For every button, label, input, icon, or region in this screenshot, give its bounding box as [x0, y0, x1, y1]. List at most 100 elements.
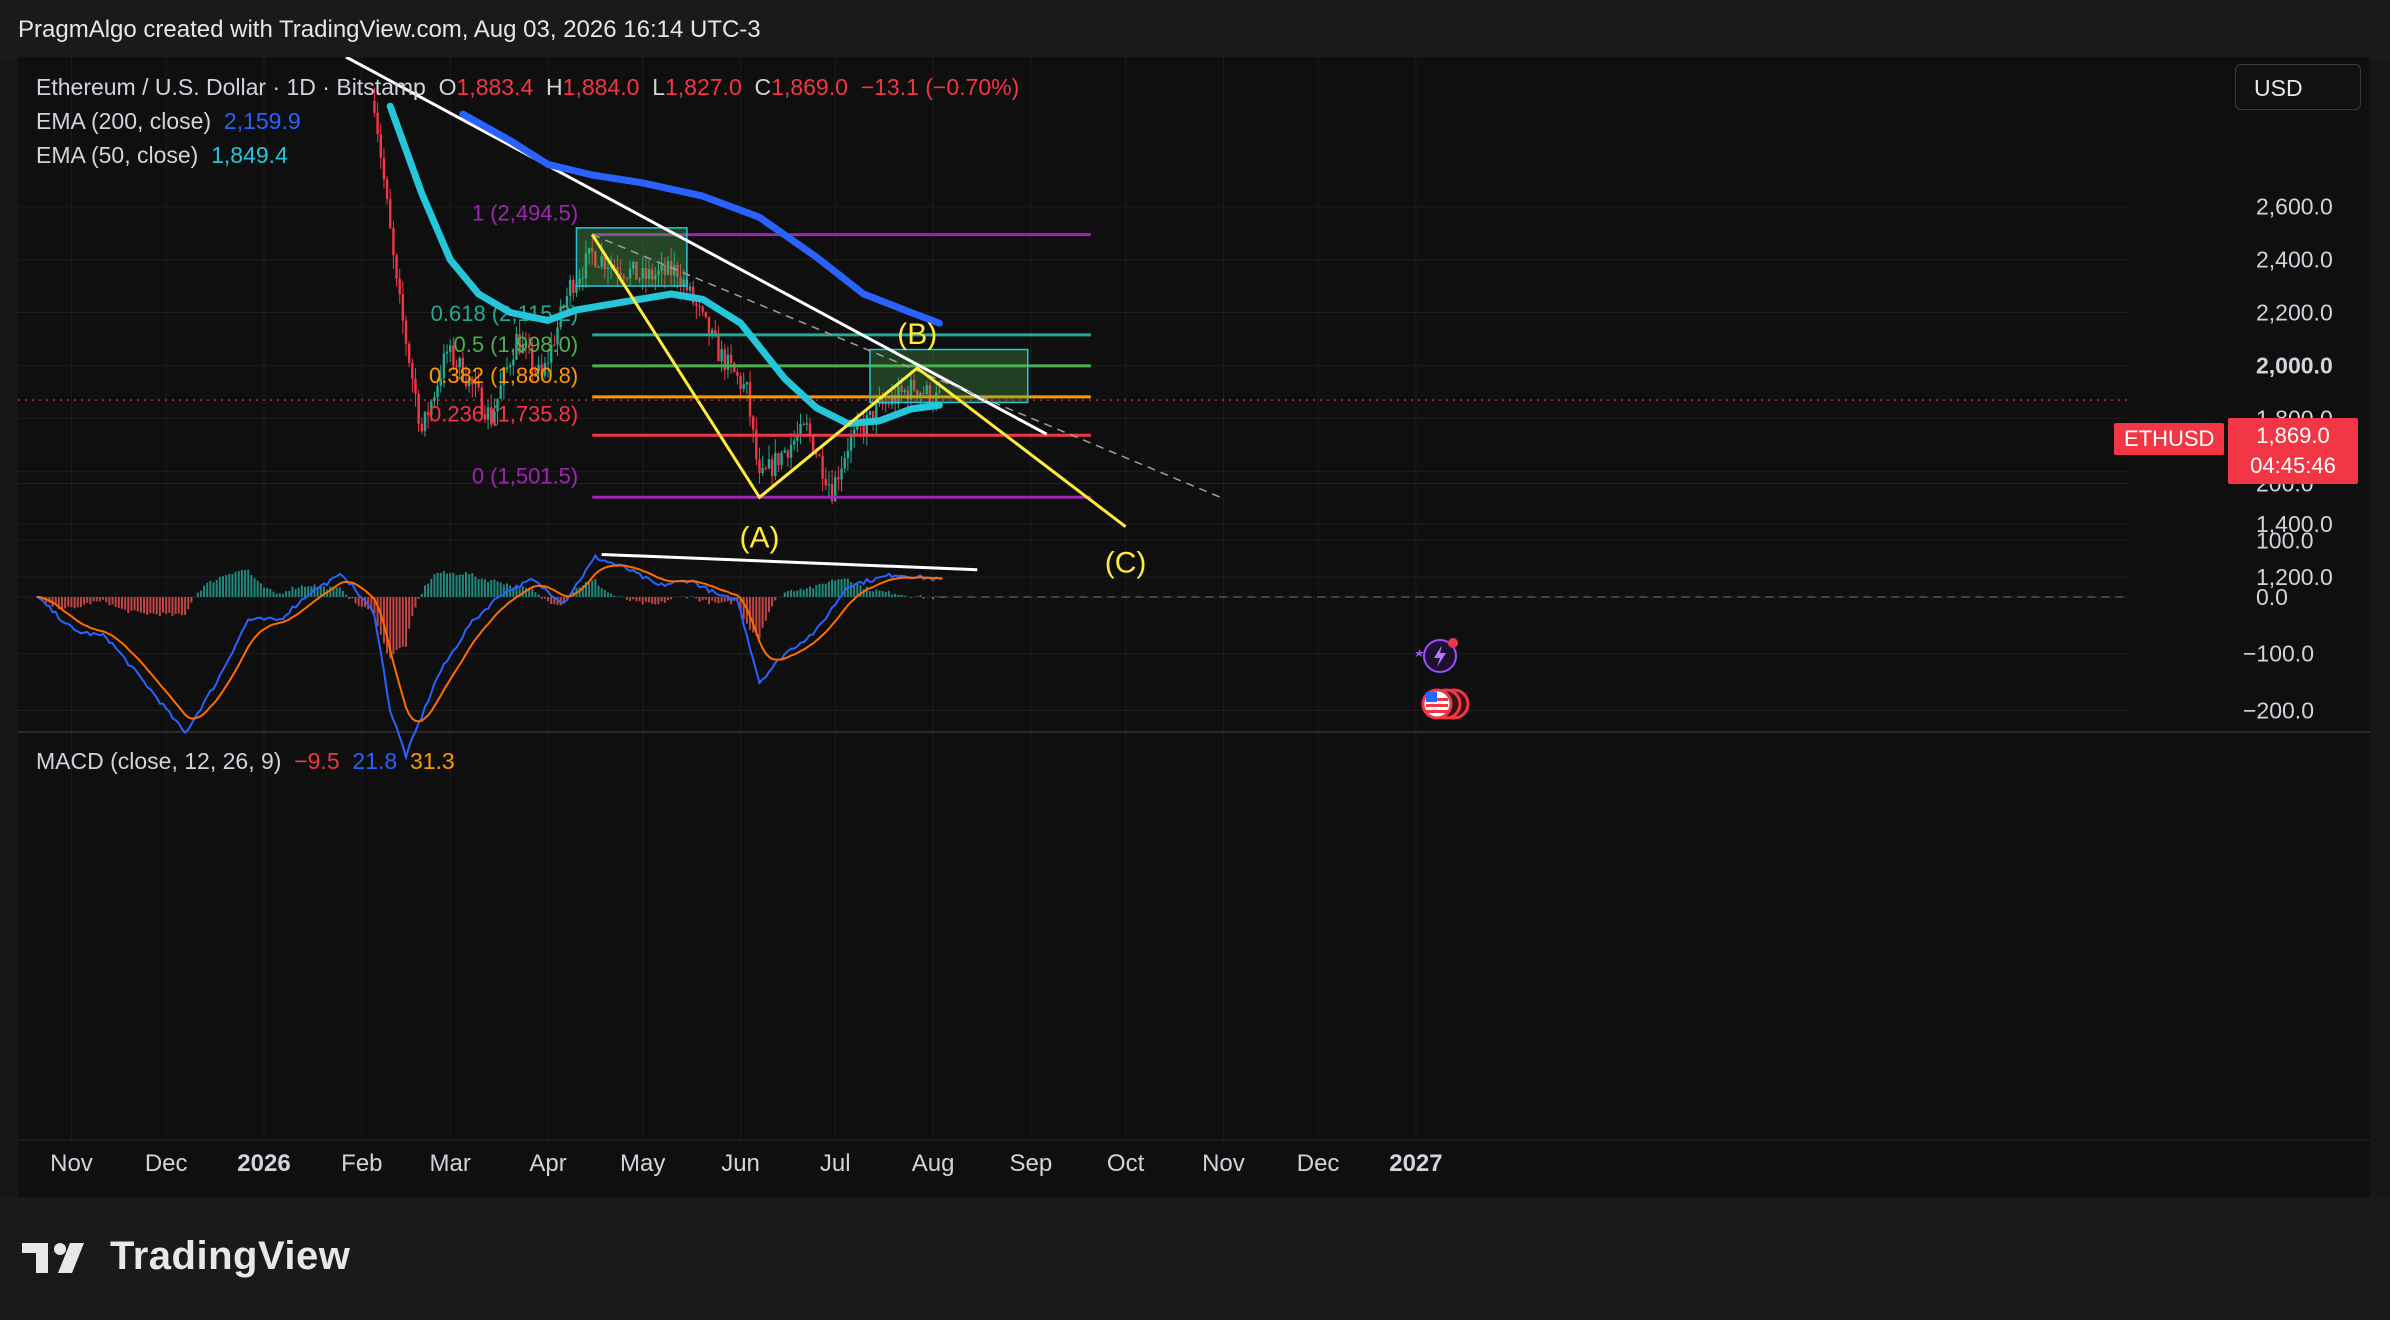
y-tick-label: 0.0 [2256, 584, 2288, 610]
fib-level-label: 0.236 (1,735.8) [429, 401, 578, 426]
x-tick-label: Feb [341, 1150, 382, 1177]
candle-body [827, 484, 831, 486]
candle-body [701, 306, 704, 312]
candle-body [449, 345, 452, 352]
high-label: H [546, 74, 563, 100]
change-value: −13.1 (−0.70%) [860, 74, 1020, 100]
lightning-event-icon [1416, 638, 1458, 673]
candle-body [783, 450, 786, 453]
candle-body [572, 279, 575, 293]
ema200-row[interactable]: EMA (200, close) 2,159.9 [36, 104, 1019, 138]
x-tick-label: Mar [430, 1150, 471, 1177]
wave-label: (C) [1105, 547, 1147, 580]
candle-body [761, 468, 764, 474]
candle-body [811, 435, 815, 454]
chart-canvas[interactable]: 1 (2,494.5) 0.618 (2,115.2) 0.5 (1,998.0) 0… [18, 57, 2370, 1197]
candle-body [729, 354, 733, 364]
y-tick-label: 100.0 [2256, 527, 2314, 553]
candle-body [445, 351, 449, 354]
candle-body [745, 382, 749, 385]
candle-body [799, 423, 802, 436]
ema50-row[interactable]: EMA (50, close) 1,849.4 [36, 138, 1019, 172]
x-tick-label: Dec [1297, 1150, 1340, 1177]
candle-body [780, 452, 783, 466]
candle-body [717, 335, 720, 362]
candle-body [805, 423, 809, 425]
footer: TradingView [0, 1198, 2390, 1320]
candle-body [739, 375, 742, 389]
candle-body [777, 453, 780, 466]
fib-level-label: 0.618 (2,115.2) [431, 301, 579, 326]
candle-body [758, 459, 761, 474]
x-tick-label: Nov [50, 1150, 93, 1177]
y-tick-label: 2,600.0 [2256, 194, 2333, 220]
macd-line [36, 553, 943, 762]
candle-body [821, 455, 824, 479]
high-value: 1,884.0 [562, 74, 640, 100]
x-tick-label: Sep [1010, 1150, 1053, 1177]
candle-body [774, 453, 777, 476]
last-price-box: 1,869.0 04:45:46 [2228, 418, 2358, 484]
x-tick-label: Oct [1107, 1150, 1145, 1177]
fib-level-label: 1 (2,494.5) [472, 201, 578, 226]
macd-trendline [601, 552, 978, 572]
wave-label: (A) [739, 521, 779, 554]
candle-body [414, 378, 417, 394]
candle-body [704, 311, 708, 317]
candle-body [404, 320, 408, 344]
candle-body [846, 450, 850, 459]
ema200-label: EMA (200, close) [36, 108, 212, 134]
candle-body [837, 477, 840, 480]
ema50-label: EMA (50, close) [36, 142, 199, 168]
candle-body [568, 279, 572, 296]
chart-panel[interactable]: 1 (2,494.5) 0.618 (2,115.2) 0.5 (1,998.0) 0… [18, 57, 2370, 1197]
y-tick-label: −200.0 [2243, 697, 2314, 723]
close-value: 1,869.0 [771, 74, 848, 100]
ema50-value: 1,849.4 [211, 142, 288, 168]
candle-body [843, 458, 846, 469]
candle-body [818, 455, 821, 457]
currency-selector[interactable]: USD [2235, 64, 2361, 110]
symbol-row: Ethereum / U.S. Dollar · 1D · Bitstamp O… [36, 70, 1019, 104]
candle-body [411, 362, 414, 379]
candle-body [767, 459, 771, 469]
x-axis: Nov Dec 2026 Feb Mar Apr May Jun Jul Aug Sep Oct Nov… [50, 1150, 1442, 1177]
candle-body [862, 424, 865, 435]
candle-body [770, 459, 774, 476]
candle-body [423, 411, 427, 432]
wave-label: (B) [897, 318, 937, 351]
candle-body [793, 440, 796, 445]
macd-pane [35, 552, 2128, 762]
candle-body [742, 384, 745, 389]
credit-text: PragmAlgo created with TradingView.com, … [18, 16, 761, 43]
low-value: 1,827.0 [665, 74, 742, 100]
candle-body [789, 444, 793, 458]
candle-body [698, 305, 701, 307]
macd-legend[interactable]: MACD (close, 12, 26, 9) −9.5 21.8 31.3 [36, 748, 455, 775]
candle-body [695, 303, 698, 306]
candle-body [887, 402, 891, 405]
candle-body [389, 199, 392, 229]
macd-line-value: 21.8 [352, 748, 398, 774]
x-tick-label: Jun [721, 1150, 760, 1177]
candle-body [840, 468, 843, 480]
event-icons[interactable] [1413, 636, 1483, 731]
candle-body [385, 179, 389, 200]
candle-body [398, 278, 401, 295]
macd-signal-value: 31.3 [409, 748, 455, 774]
top-bar: PragmAlgo created with TradingView.com, … [0, 0, 2390, 60]
tradingview-logo[interactable]: TradingView [22, 1234, 350, 1279]
macd-label: MACD (close, 12, 26, 9) [36, 748, 282, 774]
candle-body [868, 411, 872, 416]
candle-body [815, 453, 818, 456]
x-tick-label: Dec [145, 1150, 188, 1177]
fib-level-label: 0.5 (1,998.0) [453, 332, 578, 357]
candle-body [751, 416, 755, 430]
price-legend: Ethereum / U.S. Dollar · 1D · Bitstamp O… [36, 70, 1019, 172]
tradingview-logo-icon [22, 1242, 84, 1273]
y-tick-label: 2,200.0 [2256, 300, 2333, 326]
x-tick-label: May [620, 1150, 665, 1177]
candle-body [392, 228, 395, 256]
candle-body [395, 255, 398, 279]
x-tick-label: Apr [529, 1150, 566, 1177]
